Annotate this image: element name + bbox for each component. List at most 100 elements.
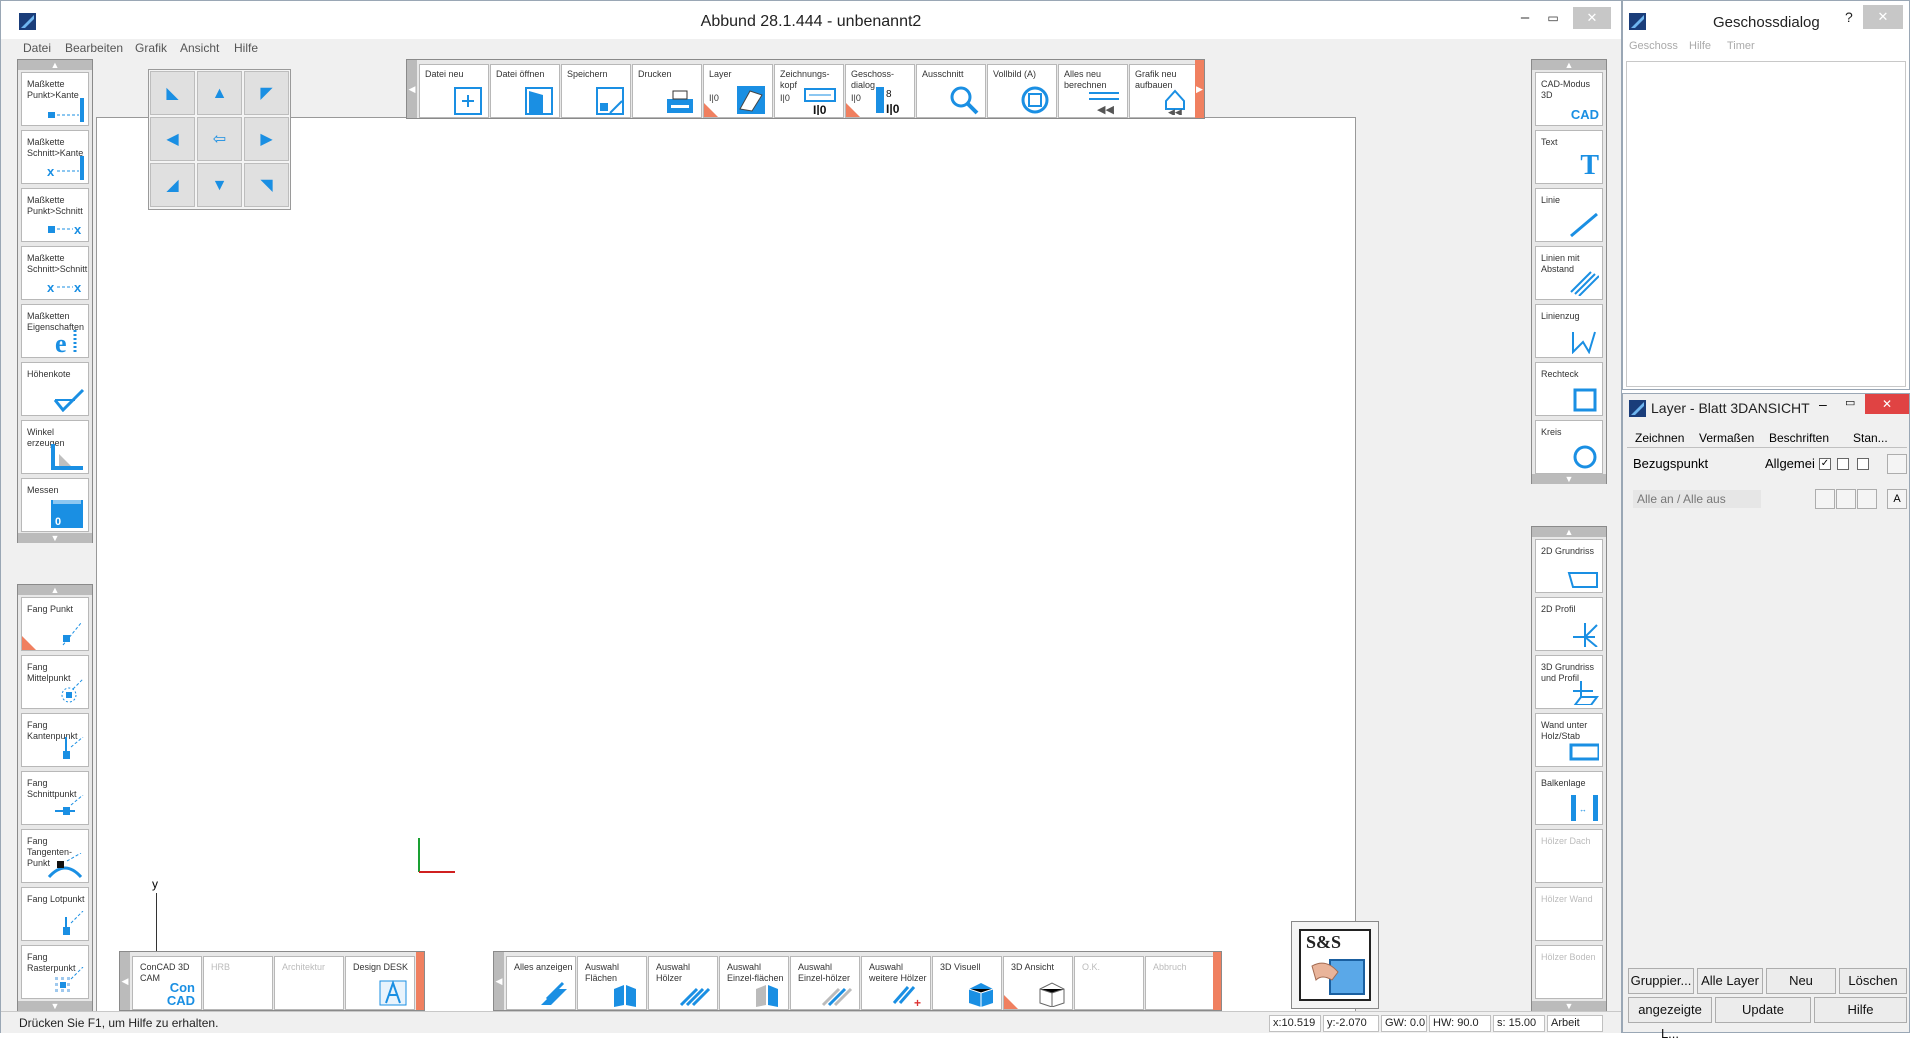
maximize-button[interactable]: ▭ xyxy=(1845,396,1855,409)
pan-right-icon[interactable]: ▶ xyxy=(244,117,289,161)
scroll-down-icon[interactable]: ▼ xyxy=(18,1001,92,1011)
toggle-visible-button[interactable] xyxy=(1815,489,1835,509)
pan-down-right-icon[interactable]: ◤ xyxy=(244,71,289,115)
menu-hilfe[interactable]: Hilfe xyxy=(234,41,258,55)
pan-up-icon[interactable]: ▲ xyxy=(197,71,242,115)
scroll-right-icon[interactable] xyxy=(1213,952,1221,1010)
menu-datei[interactable]: Datei xyxy=(23,41,51,55)
tab-standard[interactable]: Stan... xyxy=(1853,431,1888,445)
btn-auswahl-flaechen[interactable]: Auswahl Flächen xyxy=(577,956,647,1010)
tool-messen[interactable]: Messen 0 xyxy=(21,478,89,532)
btn-concad[interactable]: ConCAD 3D CAM Con CAD xyxy=(132,956,202,1010)
close-button[interactable]: ✕ xyxy=(1865,394,1909,414)
toggle-a-button[interactable]: A xyxy=(1887,489,1907,509)
btn-3d-ansicht[interactable]: 3D Ansicht xyxy=(1003,956,1073,1010)
tool-wand-unter-holz[interactable]: Wand unter Holz/Stab xyxy=(1535,713,1603,767)
btn-drucken[interactable]: Drucken xyxy=(632,64,702,118)
scroll-right-icon[interactable]: ▶ xyxy=(1195,60,1204,118)
btn-auswahl-einzelflaechen[interactable]: Auswahl Einzel-flächen xyxy=(719,956,789,1010)
tool-linien-mit-abstand[interactable]: Linien mit Abstand xyxy=(1535,246,1603,300)
scroll-left-icon[interactable]: ◀ xyxy=(494,952,504,1010)
pan-down-icon[interactable]: ▼ xyxy=(197,163,242,207)
menu-grafik[interactable]: Grafik xyxy=(135,41,167,55)
tool-fang-lotpunkt[interactable]: Fang Lotpunkt xyxy=(21,887,89,941)
scroll-down-icon[interactable]: ▼ xyxy=(1532,1001,1606,1011)
btn-vollbild[interactable]: Vollbild (A) xyxy=(987,64,1057,118)
close-button[interactable]: ✕ xyxy=(1863,5,1903,29)
scroll-up-icon[interactable]: ▲ xyxy=(18,60,92,70)
angezeigte-layer-button[interactable]: angezeigte L... xyxy=(1628,997,1712,1041)
scroll-right-icon[interactable] xyxy=(416,952,424,1010)
toggle-lock-button[interactable] xyxy=(1836,489,1856,509)
pan-up-left-icon[interactable]: ◢ xyxy=(150,163,195,207)
tool-fang-rasterpunkt[interactable]: Fang Rasterpunkt xyxy=(21,945,89,999)
drawing-canvas[interactable] xyxy=(96,117,1356,1014)
btn-grafik-neu-aufbauen[interactable]: Grafik neu aufbauen ◀◀ xyxy=(1129,64,1199,118)
geschoss-list[interactable] xyxy=(1626,61,1906,387)
btn-datei-oeffnen[interactable]: Datei öffnen xyxy=(490,64,560,118)
tool-linienzug[interactable]: Linienzug xyxy=(1535,304,1603,358)
btn-speichern[interactable]: Speichern xyxy=(561,64,631,118)
hilfe-button[interactable]: Hilfe xyxy=(1814,997,1907,1023)
layer-row-name[interactable]: Bezugspunkt xyxy=(1633,456,1708,471)
tool-2d-grundriss[interactable]: 2D Grundriss xyxy=(1535,539,1603,593)
tool-linie[interactable]: Linie xyxy=(1535,188,1603,242)
tool-cad-modus-3d[interactable]: CAD-Modus 3D CAD xyxy=(1535,72,1603,126)
tab-vermassen[interactable]: Vermaßen xyxy=(1699,431,1754,445)
pan-left-icon[interactable]: ◀ xyxy=(150,117,195,161)
tool-fang-mittelpunkt[interactable]: Fang Mittelpunkt xyxy=(21,655,89,709)
layer-option-button[interactable] xyxy=(1887,454,1907,474)
tool-hoehenkote[interactable]: Höhenkote xyxy=(21,362,89,416)
all-toggle-button[interactable]: Alle an / Alle aus xyxy=(1633,490,1761,508)
tool-rechteck[interactable]: Rechteck xyxy=(1535,362,1603,416)
close-button[interactable]: ✕ xyxy=(1573,7,1611,29)
menu-timer[interactable]: Timer xyxy=(1727,40,1755,52)
btn-geschossdialog[interactable]: Geschoss-dialog I|0 8 I|0 xyxy=(845,64,915,118)
tool-3d-grundriss-profil[interactable]: 3D Grundriss und Profil xyxy=(1535,655,1603,709)
gruppier-button[interactable]: Gruppier... xyxy=(1628,968,1694,994)
btn-auswahl-weitere-hoelzer[interactable]: Auswahl weitere Hölzer + xyxy=(861,956,931,1010)
btn-design-desk[interactable]: Design DESK xyxy=(345,956,415,1010)
tab-zeichnen[interactable]: Zeichnen xyxy=(1635,431,1684,445)
tool-text[interactable]: Text T xyxy=(1535,130,1603,184)
print-checkbox[interactable] xyxy=(1857,458,1869,470)
toggle-print-button[interactable] xyxy=(1857,489,1877,509)
btn-auswahl-einzelhoelzer[interactable]: Auswahl Einzel-hölzer xyxy=(790,956,860,1010)
back-arrow-icon[interactable]: ⇦ xyxy=(197,117,242,161)
scroll-left-icon[interactable]: ◀ xyxy=(120,952,130,1010)
visible-checkbox[interactable]: ✓ xyxy=(1819,458,1831,470)
btn-auswahl-hoelzer[interactable]: Auswahl Hölzer xyxy=(648,956,718,1010)
tool-2d-profil[interactable]: 2D Profil xyxy=(1535,597,1603,651)
update-button[interactable]: Update xyxy=(1715,997,1811,1023)
pan-up-right-icon[interactable]: ◥ xyxy=(244,163,289,207)
btn-ausschnitt[interactable]: Ausschnitt xyxy=(916,64,986,118)
scroll-up-icon[interactable]: ▲ xyxy=(18,585,92,595)
tool-balkenlage[interactable]: Balkenlage ↔ xyxy=(1535,771,1603,825)
btn-alles-anzeigen[interactable]: Alles anzeigen xyxy=(506,956,576,1010)
tool-masskette-schnitt-schnitt[interactable]: Maßkette Schnitt>Schnitt xx xyxy=(21,246,89,300)
tool-massketten-eigenschaften[interactable]: Maßketten Eigenschaften e xyxy=(21,304,89,358)
btn-3d-visuell[interactable]: 3D Visuell xyxy=(932,956,1002,1010)
minimize-button[interactable]: – xyxy=(1513,7,1537,29)
tool-masskette-schnitt-kante[interactable]: Maßkette Schnitt>Kante x xyxy=(21,130,89,184)
help-button[interactable]: ? xyxy=(1845,9,1853,25)
scroll-down-icon[interactable]: ▼ xyxy=(18,533,92,543)
menu-geschoss[interactable]: Geschoss xyxy=(1629,40,1678,52)
btn-alles-neu-berechnen[interactable]: Alles neu berechnen ◀◀ xyxy=(1058,64,1128,118)
scroll-down-icon[interactable]: ▼ xyxy=(1532,474,1606,484)
tool-winkel-erzeugen[interactable]: Winkel erzeugen xyxy=(21,420,89,474)
scroll-up-icon[interactable]: ▲ xyxy=(1532,527,1606,537)
lock-checkbox[interactable] xyxy=(1837,458,1849,470)
tool-fang-tangentenpunkt[interactable]: Fang Tangenten-Punkt xyxy=(21,829,89,883)
tool-kreis[interactable]: Kreis xyxy=(1535,420,1603,474)
neu-button[interactable]: Neu xyxy=(1766,968,1836,994)
btn-layer[interactable]: Layer I|0 xyxy=(703,64,773,118)
menu-hilfe[interactable]: Hilfe xyxy=(1689,40,1711,52)
menu-ansicht[interactable]: Ansicht xyxy=(180,41,219,55)
tool-fang-schnittpunkt[interactable]: Fang Schnittpunkt xyxy=(21,771,89,825)
tab-beschriften[interactable]: Beschriften xyxy=(1769,431,1829,445)
tool-fang-kantenpunkt[interactable]: Fang Kantenpunkt xyxy=(21,713,89,767)
alle-layer-button[interactable]: Alle Layer xyxy=(1697,968,1763,994)
minimize-button[interactable]: – xyxy=(1819,396,1827,412)
tool-fang-punkt[interactable]: Fang Punkt xyxy=(21,597,89,651)
